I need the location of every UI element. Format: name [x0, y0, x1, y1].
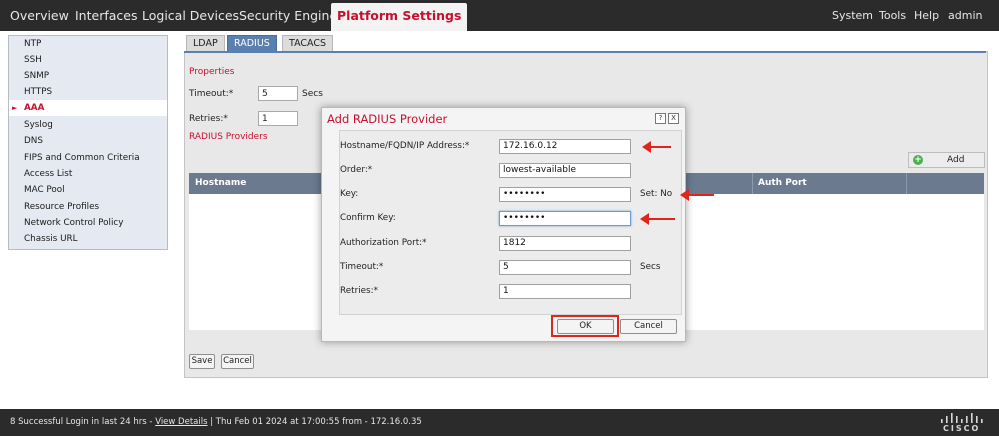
nav-help[interactable]: Help — [914, 0, 939, 31]
order-label: Order:* — [340, 165, 373, 175]
view-details-link[interactable]: View Details — [155, 417, 207, 427]
add-label: Add — [947, 155, 965, 165]
save-button[interactable]: Save — [189, 354, 215, 369]
caret-right-icon: ► — [12, 104, 18, 112]
nav-interfaces[interactable]: Interfaces — [75, 0, 137, 31]
close-icon[interactable]: X — [668, 113, 679, 124]
retries-input[interactable]: 1 — [258, 111, 298, 126]
sidebar-item-chassis-url[interactable]: Chassis URL — [9, 231, 167, 247]
ok-highlight-box — [551, 315, 619, 337]
nav-security-engine[interactable]: Security Engine — [239, 0, 337, 31]
dialog-timeout-input[interactable]: 5 — [499, 260, 631, 275]
status-footer: 8 Successful Login in last 24 hrs - View… — [0, 409, 999, 436]
dialog-title: Add RADIUS Provider — [327, 112, 448, 126]
nav-platform-settings[interactable]: Platform Settings — [331, 3, 468, 31]
annotation-arrow-icon — [642, 141, 671, 153]
tab-underline — [184, 51, 986, 53]
nav-logical-devices[interactable]: Logical Devices — [142, 0, 239, 31]
nav-tools[interactable]: Tools — [879, 0, 906, 31]
timeout-label: Timeout:* — [189, 89, 234, 99]
help-icon[interactable]: ? — [655, 113, 666, 124]
hostname-input[interactable]: 172.16.0.12 — [499, 139, 631, 154]
column-divider — [906, 173, 907, 194]
footer-status: 8 Successful Login in last 24 hrs - View… — [10, 417, 422, 427]
annotation-arrow-icon — [640, 213, 675, 225]
sidebar-item-aaa[interactable]: ► AAA — [9, 100, 167, 116]
sidebar-item-mac-pool[interactable]: MAC Pool — [9, 182, 167, 198]
properties-title: Properties — [189, 67, 235, 77]
sidebar-item-fips[interactable]: FIPS and Common Criteria — [9, 150, 167, 166]
plus-icon: + — [913, 155, 923, 165]
nav-overview[interactable]: Overview — [10, 0, 69, 31]
nav-system[interactable]: System — [832, 0, 873, 31]
radius-providers-title: RADIUS Providers — [189, 132, 268, 142]
column-auth-port[interactable]: Auth Port — [758, 173, 807, 194]
dialog-timeout-label: Timeout:* — [340, 262, 384, 272]
tab-ldap[interactable]: LDAP — [186, 35, 225, 52]
column-hostname[interactable]: Hostname — [195, 173, 246, 194]
nav-admin[interactable]: admin — [948, 0, 982, 31]
confirm-key-input[interactable]: •••••••• — [499, 211, 631, 226]
tab-radius[interactable]: RADIUS — [227, 35, 277, 52]
cisco-wordmark: CISCO — [943, 424, 981, 433]
sidebar: NTP SSH SNMP HTTPS ► AAA Syslog DNS FIPS … — [8, 35, 168, 250]
key-input[interactable]: •••••••• — [499, 187, 631, 202]
sidebar-item-ntp[interactable]: NTP — [9, 36, 167, 52]
tab-tacacs[interactable]: TACACS — [282, 35, 334, 52]
column-divider — [752, 173, 753, 194]
cancel-button[interactable]: Cancel — [221, 354, 254, 369]
order-input[interactable]: lowest-available — [499, 163, 631, 178]
retries-label: Retries:* — [189, 114, 228, 124]
authorization-port-input[interactable]: 1812 — [499, 236, 631, 251]
timeout-unit: Secs — [302, 89, 323, 99]
sidebar-item-access-list[interactable]: Access List — [9, 166, 167, 182]
add-provider-button[interactable]: + Add — [908, 152, 985, 168]
sidebar-item-syslog[interactable]: Syslog — [9, 117, 167, 133]
cisco-logo: CISCO — [937, 411, 987, 435]
sidebar-item-snmp[interactable]: SNMP — [9, 68, 167, 84]
sidebar-item-resource-profiles[interactable]: Resource Profiles — [9, 199, 167, 215]
timeout-input[interactable]: 5 — [258, 86, 298, 101]
sidebar-item-ssh[interactable]: SSH — [9, 52, 167, 68]
annotation-arrow-icon — [680, 189, 714, 201]
sidebar-item-dns[interactable]: DNS — [9, 133, 167, 149]
confirm-key-label: Confirm Key: — [340, 213, 396, 223]
dialog-cancel-button[interactable]: Cancel — [620, 319, 677, 334]
dialog-retries-input[interactable]: 1 — [499, 284, 631, 299]
dialog-form: Hostname/FQDN/IP Address:* 172.16.0.12 O… — [339, 130, 682, 315]
authorization-port-label: Authorization Port:* — [340, 238, 427, 248]
sidebar-item-https[interactable]: HTTPS — [9, 84, 167, 100]
sidebar-item-network-control-policy[interactable]: Network Control Policy — [9, 215, 167, 231]
dialog-retries-label: Retries:* — [340, 286, 378, 296]
key-label: Key: — [340, 189, 359, 199]
dialog-timeout-unit: Secs — [640, 262, 661, 272]
hostname-label: Hostname/FQDN/IP Address:* — [340, 141, 470, 151]
key-set-status: Set: No — [640, 189, 673, 199]
add-radius-provider-dialog: Add RADIUS Provider ? X Hostname/FQDN/IP… — [321, 107, 686, 342]
top-navigation: Overview Interfaces Logical Devices Secu… — [0, 0, 999, 31]
